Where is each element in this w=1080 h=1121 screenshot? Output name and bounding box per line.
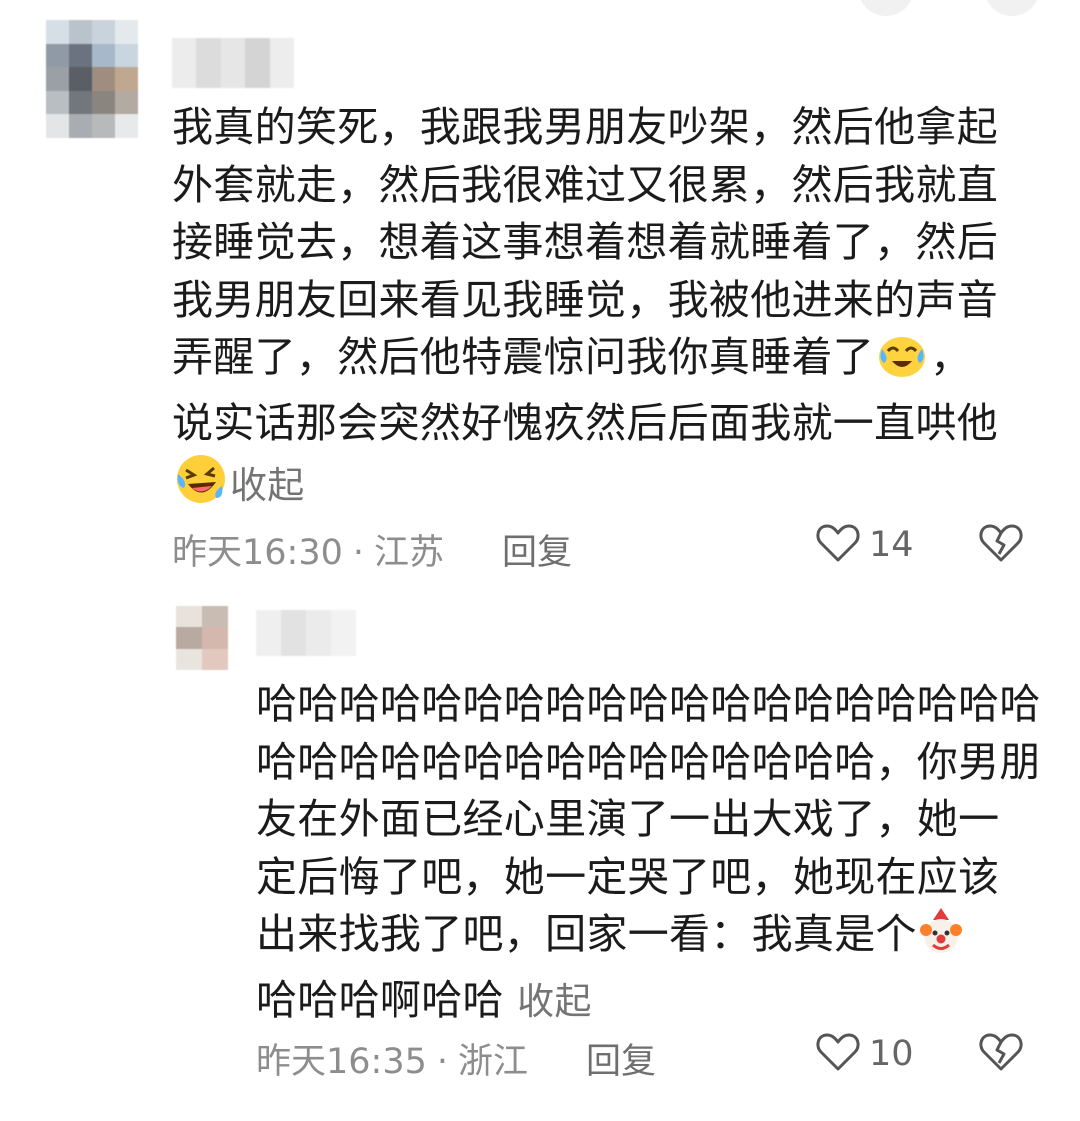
comment-line-with-emoji: 收起 xyxy=(172,452,998,522)
comment-line: 友在外面已经心里演了一出大戏了，她一 xyxy=(256,795,1000,843)
collapse-button[interactable]: 收起 xyxy=(517,980,592,1023)
comment-line-text: 出来找我了吧，回家一看：我真是个 xyxy=(256,910,917,958)
comment-line: 哈哈哈哈哈哈哈哈哈哈哈哈哈哈哈哈哈哈哈 xyxy=(256,680,1041,728)
broken-heart-icon xyxy=(978,1033,1024,1077)
clown-emoji-icon xyxy=(919,908,963,972)
comment-line-text: ， xyxy=(930,333,972,381)
collapse-button[interactable]: 收起 xyxy=(230,464,305,507)
comment-text: 我真的笑死，我跟我男朋友吵架，然后他拿起 外套就走，然后我很难过又很累，然后我就… xyxy=(172,99,998,522)
top-more-button[interactable] xyxy=(984,0,1040,16)
comment-line: 说实话那会突然好愧疚然后后面我就一直哄他 xyxy=(172,398,998,447)
comment-line-with-emoji: 弄醒了，然后他特震惊问我你真睡着了 ， xyxy=(172,329,998,395)
like-count: 14 xyxy=(869,525,914,565)
meta-separator: · xyxy=(436,1042,449,1082)
meta-separator: · xyxy=(352,533,365,573)
comment-line: 我真的笑死，我跟我男朋友吵架，然后他拿起 xyxy=(172,103,998,151)
avatar[interactable] xyxy=(176,606,228,670)
username[interactable] xyxy=(172,38,294,88)
comment-line: 定后悔了吧，她一定哭了吧，她现在应该 xyxy=(256,852,1000,901)
username[interactable] xyxy=(256,610,356,656)
broken-heart-icon xyxy=(978,524,1024,568)
comment-line: 接睡觉去，想着这事想着想着就睡着了，然后 xyxy=(172,218,998,266)
comment-text: 哈哈哈哈哈哈哈哈哈哈哈哈哈哈哈哈哈哈哈 哈哈哈哈哈哈哈哈哈哈哈哈哈哈哈，你男朋 … xyxy=(256,676,1041,1030)
comment-location: 江苏 xyxy=(374,533,445,573)
comment-time: 昨天16:30 xyxy=(172,533,343,573)
heart-icon xyxy=(815,1031,861,1077)
top-action-button[interactable] xyxy=(858,0,914,16)
comment-line-text: 弄醒了，然后他特震惊问我你真睡着了 xyxy=(172,333,875,381)
comment-location: 浙江 xyxy=(458,1042,529,1082)
comment-line: 我男朋友回来看见我睡觉，我被他进来的声音 xyxy=(172,275,998,324)
comment-line: 哈哈哈哈哈哈哈哈哈哈哈哈哈哈哈，你男朋 xyxy=(256,737,1041,786)
rolling-laughing-emoji-icon xyxy=(174,452,228,522)
like-count: 10 xyxy=(869,1034,914,1074)
avatar[interactable] xyxy=(46,20,138,138)
comment-line: 外套就走，然后我很难过又很累，然后我就直 xyxy=(172,160,998,209)
dislike-button[interactable] xyxy=(978,1031,1024,1077)
comment-time: 昨天16:35 xyxy=(256,1042,427,1082)
comment-line-with-emoji: 出来找我了吧，回家一看：我真是个 xyxy=(256,906,1041,972)
dislike-button[interactable] xyxy=(978,522,1024,568)
heart-icon xyxy=(815,522,861,568)
comment-meta: 昨天16:35 · 浙江 xyxy=(256,1033,528,1084)
comment-line-with-collapse: 哈哈哈啊哈哈 收起 xyxy=(256,972,1041,1031)
reply-button[interactable]: 回复 xyxy=(502,524,572,575)
like-button[interactable]: 10 xyxy=(815,1031,914,1077)
reply-button[interactable]: 回复 xyxy=(586,1033,656,1084)
comment-meta: 昨天16:30 · 江苏 xyxy=(172,524,444,575)
comment-line-text: 哈哈哈啊哈哈 xyxy=(256,975,504,1024)
crying-laughing-tears-emoji-icon xyxy=(876,331,928,395)
like-button[interactable]: 14 xyxy=(815,522,914,568)
